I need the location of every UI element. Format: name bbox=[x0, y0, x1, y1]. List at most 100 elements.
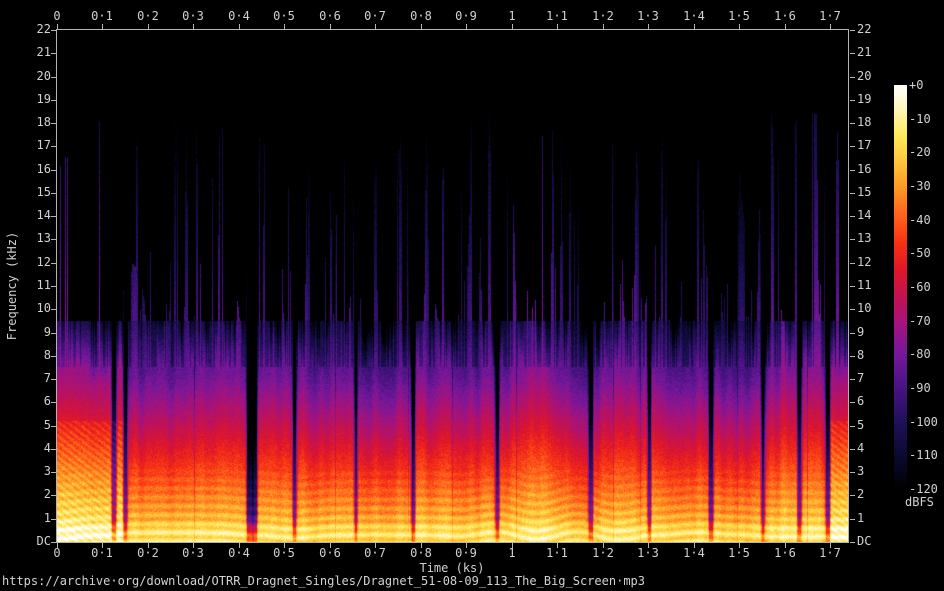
y-tick-label: 19 bbox=[857, 92, 872, 106]
y-tick-label: DC bbox=[36, 534, 51, 548]
y-tick-label: 8 bbox=[857, 348, 865, 362]
y-tick-mark-left bbox=[51, 77, 56, 78]
y-tick-label: 18 bbox=[36, 115, 51, 129]
y-tick-mark-right bbox=[850, 333, 855, 334]
y-tick-mark-left bbox=[51, 449, 56, 450]
y-tick-label: 14 bbox=[857, 208, 872, 222]
x-tick-label: 0·2 bbox=[137, 546, 159, 560]
y-tick-mark-right bbox=[850, 239, 855, 240]
x-tick-mark-top bbox=[512, 24, 513, 29]
y-tick-label: 16 bbox=[857, 162, 872, 176]
colorbar-tick-label: -70 bbox=[909, 314, 931, 328]
x-tick-label: 1·4 bbox=[683, 546, 705, 560]
colorbar-tick-label: -50 bbox=[909, 246, 931, 260]
x-tick-mark-top bbox=[557, 24, 558, 29]
x-tick-mark-top bbox=[694, 24, 695, 29]
x-tick-label: 0·6 bbox=[319, 9, 341, 23]
colorbar-tick-label: -100 bbox=[909, 415, 938, 429]
x-tick-label: 1 bbox=[508, 9, 516, 23]
y-tick-mark-left bbox=[51, 333, 56, 334]
x-tick-label: 1 bbox=[508, 546, 516, 560]
x-tick-label: 1·3 bbox=[637, 546, 659, 560]
y-tick-mark-right bbox=[850, 123, 855, 124]
colorbar-tick-label: -120 bbox=[909, 482, 938, 496]
y-tick-label: 4 bbox=[857, 441, 865, 455]
y-tick-mark-right bbox=[850, 77, 855, 78]
x-tick-label: 1·7 bbox=[819, 9, 841, 23]
y-tick-mark-right bbox=[850, 100, 855, 101]
x-tick-label: 0·9 bbox=[455, 9, 477, 23]
x-tick-mark-top bbox=[239, 24, 240, 29]
y-tick-label: 6 bbox=[43, 394, 51, 408]
x-tick-mark-top bbox=[375, 24, 376, 29]
y-tick-mark-right bbox=[850, 356, 855, 357]
colorbar bbox=[894, 85, 907, 489]
colorbar-tick-label: +0 bbox=[909, 78, 924, 92]
x-tick-label: 0·7 bbox=[364, 9, 386, 23]
colorbar-unit-label: dBFS bbox=[905, 495, 934, 509]
x-tick-label: 1·2 bbox=[592, 9, 614, 23]
y-tick-label: 1 bbox=[43, 511, 51, 525]
y-tick-mark-right bbox=[850, 263, 855, 264]
y-tick-label: 14 bbox=[36, 208, 51, 222]
y-tick-mark-left bbox=[51, 309, 56, 310]
y-tick-label: 15 bbox=[857, 185, 872, 199]
y-tick-label: 5 bbox=[43, 418, 51, 432]
y-tick-mark-left bbox=[51, 216, 56, 217]
x-tick-label: 0·2 bbox=[137, 9, 159, 23]
y-tick-label: 13 bbox=[857, 231, 872, 245]
y-tick-mark-left bbox=[51, 170, 56, 171]
x-tick-label: 0 bbox=[53, 9, 61, 23]
y-tick-label: 3 bbox=[857, 464, 865, 478]
x-tick-mark-top bbox=[739, 24, 740, 29]
colorbar-tick-label: -80 bbox=[909, 347, 931, 361]
colorbar-tick-label: -90 bbox=[909, 381, 931, 395]
x-tick-label: 0·3 bbox=[182, 546, 204, 560]
y-tick-label: 17 bbox=[36, 138, 51, 152]
y-tick-mark-left bbox=[51, 123, 56, 124]
x-tick-label: 1·4 bbox=[683, 9, 705, 23]
y-tick-mark-left bbox=[51, 356, 56, 357]
y-tick-mark-left bbox=[51, 426, 56, 427]
x-tick-label: 1·7 bbox=[819, 546, 841, 560]
y-tick-label: 11 bbox=[857, 278, 872, 292]
y-tick-mark-right bbox=[850, 542, 855, 543]
colorbar-tick-label: -10 bbox=[909, 112, 931, 126]
y-tick-mark-right bbox=[850, 449, 855, 450]
colorbar-tick-label: -40 bbox=[909, 213, 931, 227]
y-tick-label: 7 bbox=[43, 371, 51, 385]
y-tick-mark-right bbox=[850, 170, 855, 171]
y-tick-mark-left bbox=[51, 100, 56, 101]
x-tick-mark-top bbox=[421, 24, 422, 29]
x-tick-label: 0·4 bbox=[228, 9, 250, 23]
x-tick-label: 0·5 bbox=[273, 546, 295, 560]
spectrogram-viewer: Frequency (kHz) Time (ks) dBFS https://a… bbox=[0, 0, 944, 591]
y-tick-mark-left bbox=[51, 402, 56, 403]
y-tick-mark-right bbox=[850, 495, 855, 496]
y-tick-mark-right bbox=[850, 53, 855, 54]
x-tick-label: 0·3 bbox=[182, 9, 204, 23]
y-tick-mark-left bbox=[51, 286, 56, 287]
colorbar-tick-label: -60 bbox=[909, 280, 931, 294]
y-tick-mark-right bbox=[850, 30, 855, 31]
x-tick-label: 1·2 bbox=[592, 546, 614, 560]
y-tick-label: 12 bbox=[857, 255, 872, 269]
x-tick-label: 0·8 bbox=[410, 9, 432, 23]
x-tick-mark-top bbox=[830, 24, 831, 29]
x-tick-label: 1·1 bbox=[546, 546, 568, 560]
x-tick-label: 0·7 bbox=[364, 546, 386, 560]
y-tick-mark-right bbox=[850, 402, 855, 403]
y-tick-label: 4 bbox=[43, 441, 51, 455]
y-tick-label: 22 bbox=[36, 22, 51, 36]
x-tick-mark-top bbox=[603, 24, 604, 29]
y-tick-label: 3 bbox=[43, 464, 51, 478]
x-tick-mark-top bbox=[57, 24, 58, 29]
y-tick-label: 12 bbox=[36, 255, 51, 269]
y-tick-mark-left bbox=[51, 472, 56, 473]
y-tick-label: 10 bbox=[857, 301, 872, 315]
x-tick-mark-top bbox=[284, 24, 285, 29]
x-tick-mark-top bbox=[648, 24, 649, 29]
x-tick-mark-top bbox=[193, 24, 194, 29]
x-tick-label: 0 bbox=[53, 546, 61, 560]
y-tick-mark-right bbox=[850, 519, 855, 520]
